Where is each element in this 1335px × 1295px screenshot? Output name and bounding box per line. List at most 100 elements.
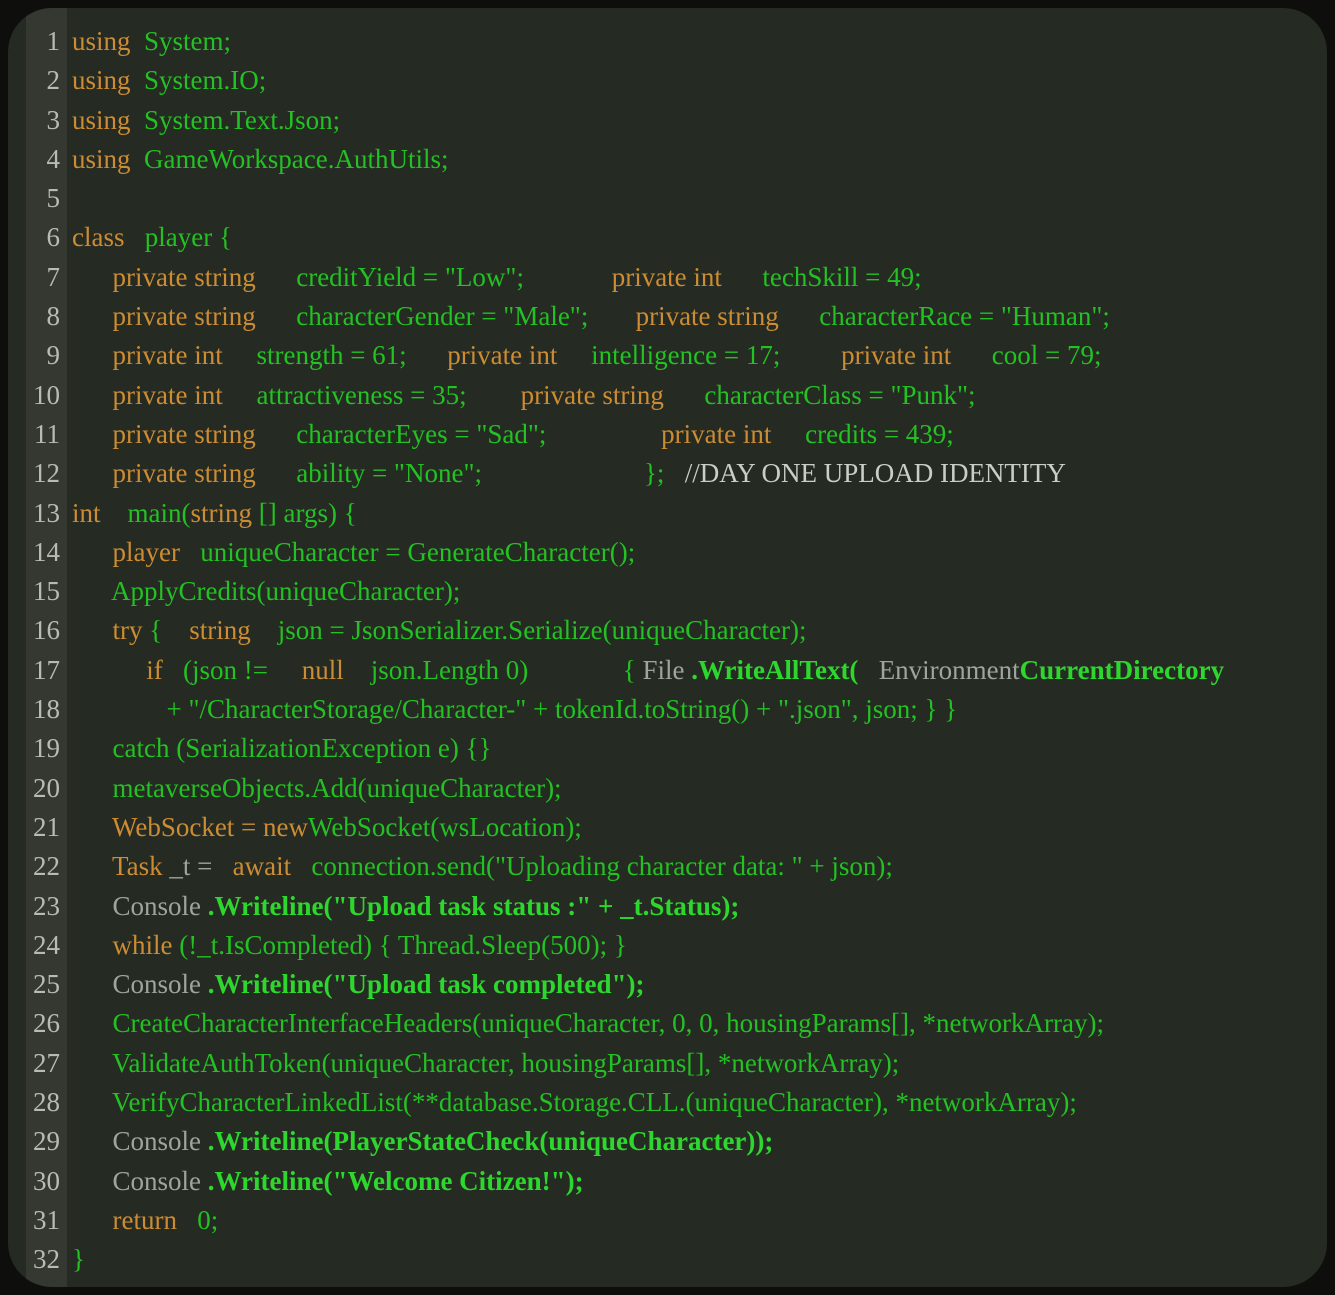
code-segment: int <box>72 498 101 528</box>
code-segment: using <box>72 26 131 56</box>
code-line: 4using GameWorkspace.AuthUtils; <box>8 140 1327 179</box>
code-segment: { <box>528 655 642 685</box>
code-segment: private int <box>72 380 223 410</box>
line-number: 17 <box>26 651 67 690</box>
code-line: 13int main(string [] args) { <box>8 494 1327 533</box>
code-segment: string <box>162 615 251 645</box>
code-line-text[interactable]: Console .Writeline("Upload task complete… <box>67 965 644 1004</box>
code-line: 17 if (json != null json.Length 0) { Fil… <box>8 651 1327 690</box>
code-line-text[interactable]: private string creditYield = "Low"; priv… <box>67 258 922 297</box>
code-segment: private int <box>780 340 951 370</box>
code-line: 27 ValidateAuthToken(uniqueCharacter, ho… <box>8 1044 1327 1083</box>
code-line-text[interactable]: private int strength = 61; private int i… <box>67 336 1102 375</box>
line-number: 5 <box>26 179 67 218</box>
code-line: 9 private int strength = 61; private int… <box>8 336 1327 375</box>
code-line-text[interactable]: CreateCharacterInterfaceHeaders(uniqueCh… <box>67 1004 1104 1043</box>
code-line-text[interactable]: VerifyCharacterLinkedList(**database.Sto… <box>67 1083 1077 1122</box>
code-line-text[interactable] <box>67 179 72 218</box>
code-line-text[interactable]: WebSocket = newWebSocket(wsLocation); <box>67 808 582 847</box>
line-number: 26 <box>26 1004 67 1043</box>
code-segment: techSkill = 49; <box>722 262 922 292</box>
code-line-text[interactable]: Console .Writeline(PlayerStateCheck(uniq… <box>67 1122 773 1161</box>
code-segment: VerifyCharacterLinkedList(**database.Sto… <box>72 1087 1077 1117</box>
code-segment: _t = <box>163 851 219 881</box>
code-line-text[interactable]: try { string json = JsonSerializer.Seria… <box>67 611 807 650</box>
code-segment: .Writeline("Upload task completed"); <box>208 969 645 999</box>
code-line: 14 player uniqueCharacter = GenerateChar… <box>8 533 1327 572</box>
code-segment: ApplyCredits(uniqueCharacter); <box>72 576 460 606</box>
line-number: 12 <box>26 454 67 493</box>
code-segment: cool = 79; <box>951 340 1101 370</box>
code-segment: credits = 439; <box>771 419 953 449</box>
code-segment: characterEyes = "Sad"; <box>256 419 547 449</box>
line-number: 29 <box>26 1122 67 1161</box>
code-segment: catch (SerializationException e) {} <box>72 733 492 763</box>
code-segment: class <box>72 222 124 252</box>
code-line: 21 WebSocket = newWebSocket(wsLocation); <box>8 808 1327 847</box>
code-line-text[interactable]: class player { <box>67 218 232 257</box>
code-line-text[interactable]: ApplyCredits(uniqueCharacter); <box>67 572 460 611</box>
code-segment: private string <box>72 458 256 488</box>
line-number: 13 <box>26 494 67 533</box>
code-segment: return <box>72 1205 177 1235</box>
code-line: 31 return 0; <box>8 1201 1327 1240</box>
code-segment: CreateCharacterInterfaceHeaders(uniqueCh… <box>72 1008 1104 1038</box>
code-segment: private string <box>72 301 256 331</box>
code-line: 26 CreateCharacterInterfaceHeaders(uniqu… <box>8 1004 1327 1043</box>
code-segment: Environment <box>858 655 1019 685</box>
code-segment: .Writeline("Upload task status :" + _t.S… <box>208 891 740 921</box>
line-number: 9 <box>26 336 67 375</box>
code-line: 6class player { <box>8 218 1327 257</box>
code-segment: private string <box>588 301 778 331</box>
code-segment: using <box>72 65 131 95</box>
code-segment: private string <box>72 262 256 292</box>
code-line-text[interactable]: ValidateAuthToken(uniqueCharacter, housi… <box>67 1044 899 1083</box>
code-line-text[interactable]: while (!_t.IsCompleted) { Thread.Sleep(5… <box>67 926 627 965</box>
code-line-text[interactable]: player uniqueCharacter = GenerateCharact… <box>67 533 635 572</box>
code-segment: Console <box>72 969 208 999</box>
code-segment: { <box>143 615 163 645</box>
code-line-text[interactable]: private string characterGender = "Male";… <box>67 297 1110 336</box>
code-line-text[interactable]: using System.Text.Json; <box>67 101 340 140</box>
line-number: 19 <box>26 729 67 768</box>
line-number: 25 <box>26 965 67 1004</box>
code-segment: while <box>72 930 173 960</box>
code-segment: json.Length 0) <box>344 655 528 685</box>
code-line-text[interactable]: Task _t = await connection.send("Uploadi… <box>67 847 893 886</box>
code-line-text[interactable]: using GameWorkspace.AuthUtils; <box>67 140 449 179</box>
code-segment: GameWorkspace.AuthUtils; <box>131 144 449 174</box>
code-line-text[interactable]: int main(string [] args) { <box>67 494 357 533</box>
code-line-text[interactable]: metaverseObjects.Add(uniqueCharacter); <box>67 769 562 808</box>
code-segment: strength = 61; <box>223 340 407 370</box>
code-segment: private string <box>72 419 256 449</box>
code-segment: characterGender = "Male"; <box>256 301 589 331</box>
code-line-text[interactable]: return 0; <box>67 1201 218 1240</box>
code-line: 22 Task _t = await connection.send("Uplo… <box>8 847 1327 886</box>
line-number: 16 <box>26 611 67 650</box>
code-line-text[interactable]: Console .Writeline("Upload task status :… <box>67 887 739 926</box>
code-segment: metaverseObjects.Add(uniqueCharacter); <box>72 773 562 803</box>
code-segment: System.Text.Json; <box>131 105 341 135</box>
code-line: 1using System; <box>8 22 1327 61</box>
code-line-text[interactable]: using System.IO; <box>67 61 266 100</box>
line-number: 31 <box>26 1201 67 1240</box>
code-line-text[interactable]: private int attractiveness = 35; private… <box>67 376 976 415</box>
code-line-text[interactable]: private string ability = "None"; }; //DA… <box>67 454 1066 493</box>
code-segment: System.IO; <box>131 65 267 95</box>
code-line-text[interactable]: } <box>67 1240 85 1279</box>
line-number: 23 <box>26 887 67 926</box>
code-segment: string <box>191 498 253 528</box>
code-segment: [] args) { <box>252 498 357 528</box>
code-line-text[interactable]: Console .Writeline("Welcome Citizen!"); <box>67 1162 584 1201</box>
code-line-text[interactable]: catch (SerializationException e) {} <box>67 729 492 768</box>
code-segment: private int <box>407 340 558 370</box>
code-line-text[interactable]: if (json != null json.Length 0) { File .… <box>67 651 1224 690</box>
code-line-text[interactable]: private string characterEyes = "Sad"; pr… <box>67 415 954 454</box>
code-segment: File <box>642 655 684 685</box>
code-line: 23 Console .Writeline("Upload task statu… <box>8 887 1327 926</box>
code-segment: //DAY ONE UPLOAD IDENTITY <box>664 458 1065 488</box>
code-lines: 1using System;2using System.IO;3using Sy… <box>8 8 1327 1280</box>
code-line-text[interactable]: + "/CharacterStorage/Character-" + token… <box>67 690 957 729</box>
line-number: 7 <box>26 258 67 297</box>
code-line-text[interactable]: using System; <box>67 22 231 61</box>
